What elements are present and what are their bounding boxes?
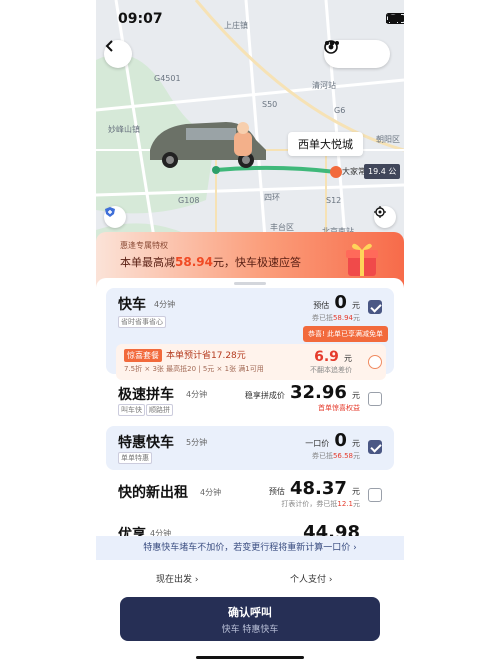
promo-small-text: 惠逢专属特权 [120,241,168,250]
map-label: 妙峰山镇 [108,125,140,134]
map-label: 四环 [264,193,280,202]
promo-amount: 58.94 [175,255,213,269]
discount-price: 6.9 元 不翻本追差价 [310,349,352,374]
battery-icon [386,13,404,24]
discount-subtitle: 7.5折 × 3张 最高抵20 | 5元 × 1张 满1可用 [124,365,264,373]
confirm-call-button[interactable]: 确认呼叫 快车 特惠快车 [120,597,380,641]
safety-button[interactable] [104,206,126,228]
map-label: S12 [326,196,342,205]
map-canvas [96,0,404,250]
ride-eta: 4分钟 [186,390,208,399]
origin-dot [212,166,220,174]
ride-title: 快的新出租 [118,485,188,501]
locate-icon [374,206,386,218]
ride-price: 预估 48.37 元 打表计价，券已抵12.1元 [268,478,360,508]
ride-price: 稳享拼成价 32.96 元 首单惊喜权益 [244,382,360,412]
route-distance-badge: 19.4 公 [364,164,401,179]
shield-icon [105,207,115,217]
drag-handle[interactable] [234,282,266,285]
status-time: 09:07 [118,11,163,27]
ride-price: 一口价 0 元 券已抵56.58元 [305,430,360,460]
map-label: 朝阳区 [376,135,400,144]
map-label: 清河站 [312,81,336,90]
map-label: S50 [262,100,278,109]
ride-checkbox[interactable] [368,440,382,454]
ride-option-taxi[interactable]: 快的新出租 4分钟 预估 48.37 元 打表计价，券已抵12.1元 [106,476,394,516]
ride-option-pinche[interactable]: 极速拼车 4分钟 叫车快 顺路拼 稳享拼成价 32.96 元 首单惊喜权益 [106,378,394,422]
promo-main-text: 本单最高减58.94元，快车极速应答 [120,255,301,269]
ride-checkbox[interactable] [368,392,382,406]
map-view[interactable]: 上庄镇 G4501 S50 清河站 G6 妙峰山镇 朝阳区 G108 S12 四… [96,0,404,250]
ride-checkbox[interactable] [368,488,382,502]
destination-name: 西单大悦城 [298,138,353,151]
discount-tooltip: 恭喜! 此单已享满减免单 [302,326,388,342]
chevron-left-icon [105,40,113,52]
payment-option[interactable]: 个人支付 › [290,572,332,585]
home-indicator[interactable] [196,656,304,659]
ride-title: 优享 [118,527,146,536]
ride-tag: 省时省事省心 [118,316,166,328]
ride-option-tehui[interactable]: 特惠快车 5分钟 单单特惠 一口价 0 元 券已抵56.58元 [106,426,394,470]
status-bar: 09:07 [96,8,404,32]
destination-pin [330,166,342,178]
map-label: G6 [334,106,346,115]
ride-tag: 叫车快 [118,404,145,416]
ride-eta: 4分钟 [154,300,176,309]
order-options: 现在出发 › 个人支付 › [96,568,404,590]
ride-price: 44.98 [303,522,360,536]
discount-title: 本单预计省17.28元 [166,351,246,361]
ride-price: 预估 0 元 券已抵58.94元 [311,292,360,322]
price-notice-bar[interactable]: 特惠快车堵车不加价，若变更行程将重新计算一口价 › [96,536,404,560]
depart-time-option[interactable]: 现在出发 › [156,572,198,585]
discount-badge: 惊喜套餐 [124,349,162,362]
ride-tag: 单单特惠 [118,452,152,464]
ride-title: 极速拼车 [118,387,174,403]
destination-label[interactable]: 西单大悦城 [288,132,363,156]
ride-option-kuaiche[interactable]: 快车 4分钟 省时省事省心 预估 0 元 券已抵58.94元 惊喜套餐 本单预计… [106,288,394,380]
map-label: G108 [178,196,200,205]
confirm-title: 确认呼叫 [228,606,272,619]
ride-tag: 顺路拼 [146,404,173,416]
phone-screen: 上庄镇 G4501 S50 清河站 G6 妙峰山镇 朝阳区 G108 S12 四… [96,0,404,667]
locate-button[interactable] [374,206,396,228]
discount-radio[interactable] [368,355,382,369]
ride-eta: 4分钟 [200,488,222,497]
ride-option-youxiang[interactable]: 优享 4分钟 44.98 [106,522,394,536]
ride-eta: 5分钟 [186,438,208,447]
close-target-icon[interactable] [324,40,338,54]
discount-package[interactable]: 惊喜套餐 本单预计省17.28元 7.5折 × 3张 最高抵20 | 5元 × … [116,344,386,380]
ride-title: 快车 [118,297,146,313]
mini-program-capsule[interactable] [324,40,390,68]
gift-icon [346,243,378,276]
ride-title: 特惠快车 [118,435,174,451]
ride-eta: 4分钟 [150,529,172,536]
map-label: G4501 [154,74,181,83]
back-button[interactable] [104,40,132,68]
confirm-subtitle: 快车 特惠快车 [221,625,279,635]
ride-checkbox[interactable] [368,300,382,314]
